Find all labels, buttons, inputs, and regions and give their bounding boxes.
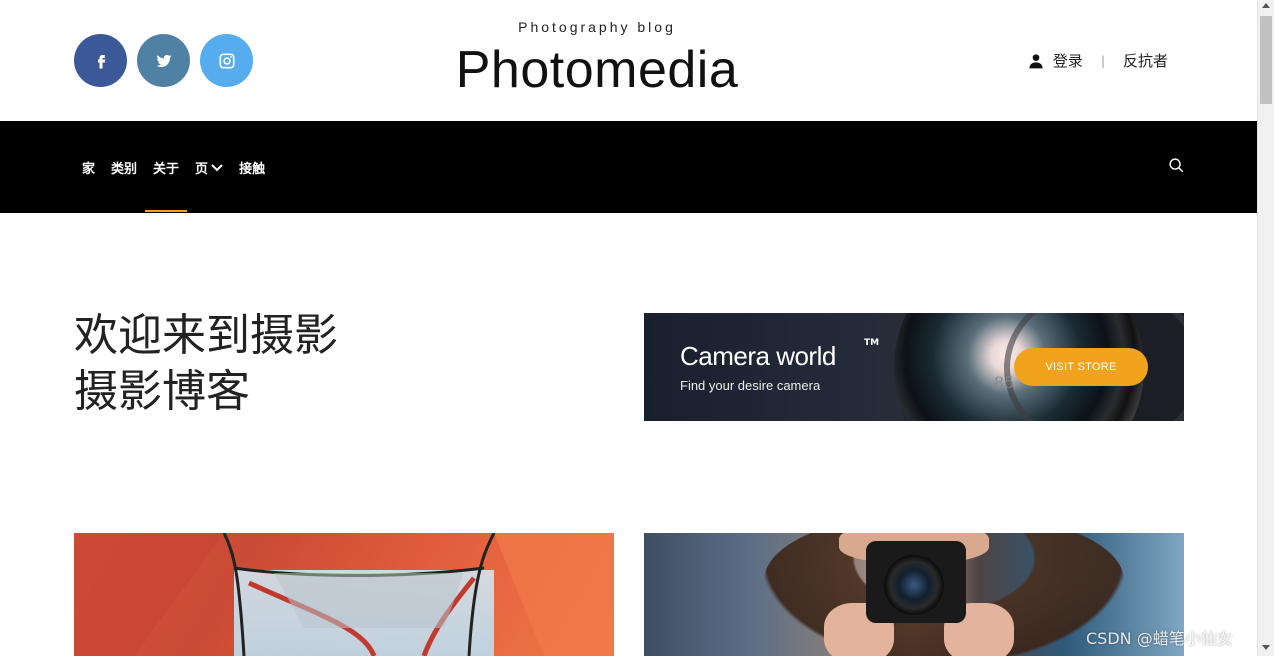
camera-image bbox=[866, 541, 966, 623]
site-header: Photography blog Photomedia 登录 | 反抗者 bbox=[0, 0, 1257, 121]
visit-store-button[interactable]: VISIT STORE bbox=[1014, 348, 1148, 386]
user-bar: 登录 | 反抗者 bbox=[1028, 50, 1168, 71]
user-bar-separator: | bbox=[1100, 53, 1105, 68]
nav-item-category[interactable]: 类别 bbox=[103, 121, 145, 213]
banner-subtitle: Find your desire camera bbox=[680, 378, 821, 393]
nav-item-home[interactable]: 家 bbox=[74, 121, 103, 213]
lens-number: 85 bbox=[994, 373, 1015, 392]
nav-item-contact[interactable]: 接触 bbox=[231, 121, 273, 213]
scroll-thumb[interactable] bbox=[1260, 16, 1272, 104]
csdn-watermark: CSDN @蜡笔小仙女 bbox=[1086, 629, 1233, 648]
camera-lens bbox=[884, 555, 944, 615]
scroll-up-arrow-icon[interactable] bbox=[1262, 3, 1270, 8]
site-logo[interactable]: Photomedia bbox=[0, 40, 1194, 100]
hero-title-line1: 欢迎来到摄影 bbox=[74, 310, 338, 361]
tent-image bbox=[74, 533, 614, 656]
banner-title: Camera world bbox=[680, 341, 836, 371]
nav-item-about[interactable]: 关于 bbox=[145, 121, 188, 213]
nav-item-label: 类别 bbox=[111, 161, 138, 177]
user-icon bbox=[1028, 53, 1044, 69]
nav-menu: 家 类别 关于 页 接触 bbox=[74, 121, 273, 213]
page-scrollbar[interactable] bbox=[1257, 0, 1274, 656]
banner-trademark: TM bbox=[864, 338, 880, 348]
search-icon[interactable] bbox=[1168, 157, 1186, 175]
nav-item-label: 页 bbox=[195, 161, 209, 177]
main-navbar: 家 类别 关于 页 接触 bbox=[0, 121, 1257, 213]
register-link[interactable]: 反抗者 bbox=[1123, 50, 1168, 71]
site-tagline: Photography blog bbox=[518, 19, 676, 35]
nav-item-label: 接触 bbox=[239, 161, 266, 177]
nav-item-label: 关于 bbox=[153, 161, 180, 177]
post-card-tent-image[interactable] bbox=[74, 533, 614, 656]
hero-title: 欢迎来到摄影 摄影博客 bbox=[74, 308, 338, 420]
login-link[interactable]: 登录 bbox=[1053, 50, 1083, 71]
hero-title-line2: 摄影博客 bbox=[74, 366, 250, 417]
nav-item-pages[interactable]: 页 bbox=[187, 121, 231, 213]
camera-world-banner[interactable]: 85 Camera world TM Find your desire came… bbox=[644, 313, 1184, 421]
chevron-down-icon bbox=[211, 161, 223, 173]
nav-item-label: 家 bbox=[82, 161, 96, 177]
scroll-down-arrow-icon[interactable] bbox=[1262, 645, 1270, 650]
